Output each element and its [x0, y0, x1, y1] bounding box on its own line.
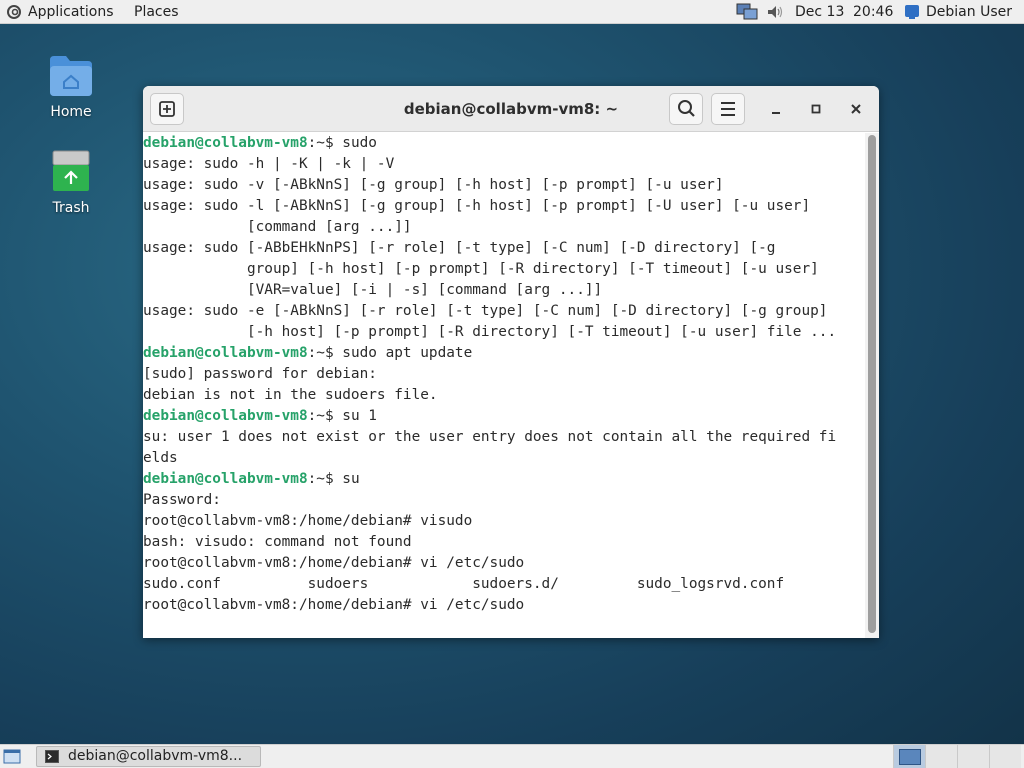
- workspace-2[interactable]: [925, 745, 957, 768]
- menu-button[interactable]: [711, 93, 745, 125]
- terminal-line: debian@collabvm-vm8:~$ su: [143, 469, 865, 490]
- terminal-line: bash: visudo: command not found: [143, 534, 412, 550]
- close-icon: [851, 104, 861, 114]
- desktop-icon-label: Trash: [52, 200, 90, 216]
- minimize-button[interactable]: [766, 99, 786, 119]
- terminal-line: debian is not in the sudoers file.: [143, 387, 438, 403]
- desktop-home[interactable]: Home: [26, 52, 116, 120]
- terminal-line: debian@collabvm-vm8:~$ su 1: [143, 406, 865, 427]
- terminal-line: elds: [143, 450, 178, 466]
- terminal-line: [-h host] [-p prompt] [-R directory] [-T…: [143, 324, 837, 340]
- clock-time[interactable]: 20:46: [853, 0, 893, 24]
- terminal-line: Password:: [143, 492, 221, 508]
- clock-date[interactable]: Dec 13: [795, 0, 844, 24]
- terminal-line: [sudo] password for debian:: [143, 366, 377, 382]
- terminal-line: usage: sudo -h | -K | -k | -V: [143, 156, 395, 172]
- search-icon: [678, 100, 695, 117]
- terminal-line: usage: sudo [-ABbEHkNnPS] [-r role] [-t …: [143, 240, 776, 256]
- taskbar-label: debian@collabvm-vm8...: [68, 748, 243, 764]
- debian-swirl-icon[interactable]: [6, 4, 22, 20]
- bottom-panel: debian@collabvm-vm8...: [0, 744, 1024, 768]
- search-button[interactable]: [669, 93, 703, 125]
- terminal-scrollbar[interactable]: [865, 133, 879, 638]
- close-button[interactable]: [846, 99, 866, 119]
- terminal-line: usage: sudo -l [-ABkNnS] [-g group] [-h …: [143, 198, 811, 214]
- terminal-line: debian@collabvm-vm8:~$ sudo apt update: [143, 343, 865, 364]
- scrollbar-thumb[interactable]: [868, 135, 876, 633]
- taskbar-terminal-button[interactable]: debian@collabvm-vm8...: [36, 746, 261, 767]
- terminal-line: [command [arg ...]]: [143, 219, 412, 235]
- prompt-command: :~$ su 1: [307, 408, 377, 424]
- show-desktop-icon[interactable]: [3, 748, 21, 765]
- applications-menu[interactable]: Applications: [28, 0, 114, 24]
- top-panel: Applications Places Dec 13 20:46 Debian …: [0, 0, 1024, 24]
- workspace-3[interactable]: [957, 745, 989, 768]
- prompt-user-host: debian@collabvm-vm8: [143, 135, 308, 151]
- terminal-icon: [45, 750, 59, 763]
- user-icon[interactable]: [904, 4, 920, 20]
- prompt-user-host: debian@collabvm-vm8: [143, 345, 308, 361]
- prompt-command: :~$ sudo apt update: [307, 345, 473, 361]
- desktop-trash[interactable]: Trash: [26, 148, 116, 216]
- desktop-icon-label: Home: [50, 104, 92, 120]
- places-menu[interactable]: Places: [134, 0, 179, 24]
- terminal-line: group] [-h host] [-p prompt] [-R directo…: [143, 261, 819, 277]
- window-titlebar[interactable]: debian@collabvm-vm8: ~: [143, 86, 879, 132]
- prompt-command: :~$ su: [307, 471, 360, 487]
- workspace-4[interactable]: [989, 745, 1021, 768]
- prompt-user-host: debian@collabvm-vm8: [143, 471, 308, 487]
- terminal-window[interactable]: debian@collabvm-vm8: ~ debian@collabvm-v…: [143, 86, 879, 638]
- prompt-command: :~$ sudo: [307, 135, 377, 151]
- terminal-line: [VAR=value] [-i | -s] [command [arg ...]…: [143, 282, 603, 298]
- terminal-line: usage: sudo -e [-ABkNnS] [-r role] [-t t…: [143, 303, 828, 319]
- trash-icon: [52, 150, 90, 191]
- maximize-icon: [811, 104, 821, 114]
- minimize-icon: [772, 112, 780, 114]
- network-icon[interactable]: [736, 3, 758, 21]
- volume-icon[interactable]: [766, 4, 784, 20]
- workspace-window-thumb: [899, 749, 921, 765]
- terminal-line: sudo.conf sudoers sudoers.d/ sudo_logsrv…: [143, 576, 785, 592]
- terminal-output[interactable]: debian@collabvm-vm8:~$ sudo usage: sudo -…: [143, 133, 865, 638]
- terminal-line: debian@collabvm-vm8:~$ sudo: [143, 133, 865, 154]
- terminal-line: usage: sudo -v [-ABkNnS] [-g group] [-h …: [143, 177, 724, 193]
- terminal-line: root@collabvm-vm8:/home/debian# vi /etc/…: [143, 597, 525, 613]
- terminal-line: su: user 1 does not exist or the user en…: [143, 429, 837, 445]
- prompt-user-host: debian@collabvm-vm8: [143, 408, 308, 424]
- folder-home-icon: [50, 56, 92, 96]
- terminal-line: root@collabvm-vm8:/home/debian# vi /etc/…: [143, 555, 525, 571]
- user-menu[interactable]: Debian User: [926, 0, 1012, 24]
- workspace-1[interactable]: [893, 745, 925, 768]
- terminal-line: root@collabvm-vm8:/home/debian# visudo: [143, 513, 473, 529]
- hamburger-menu-icon: [721, 102, 735, 116]
- maximize-button[interactable]: [806, 99, 826, 119]
